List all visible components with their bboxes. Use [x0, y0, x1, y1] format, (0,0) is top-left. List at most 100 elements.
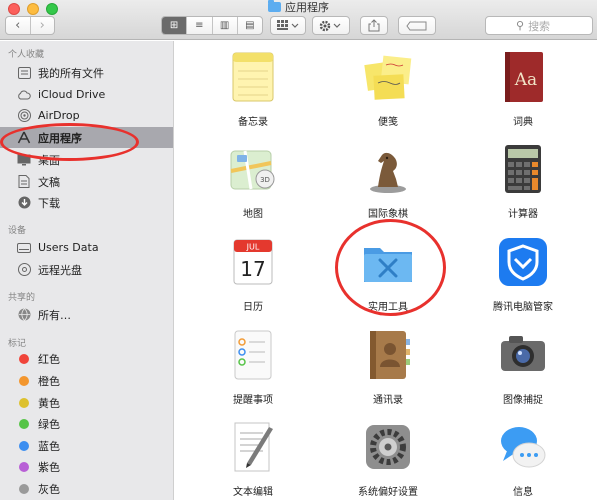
app-label: 图像捕捉	[503, 395, 543, 406]
app-contacts[interactable]: 通讯录	[328, 327, 448, 417]
app-utilities[interactable]: 实用工具	[328, 234, 448, 324]
applications-icon	[17, 131, 31, 145]
calendar-month: JUL	[246, 243, 260, 252]
sidebar-tag-purple[interactable]: 紫色	[0, 456, 173, 477]
back-button[interactable]: ‹	[6, 17, 30, 34]
sidebar-tag-orange[interactable]: 橙色	[0, 370, 173, 391]
sidebar-item-label: 桌面	[38, 153, 60, 167]
tag-dot-icon	[19, 353, 29, 364]
app-system-preferences[interactable]: 系统偏好设置	[328, 419, 448, 500]
close-window-button[interactable]	[8, 3, 20, 15]
app-label: 实用工具	[368, 302, 408, 313]
sidebar-item-label: 橙色	[38, 374, 60, 388]
sidebar-tag-red[interactable]: 红色	[0, 348, 173, 369]
tag-dot-icon	[19, 397, 29, 408]
arrange-button[interactable]	[270, 16, 306, 35]
stickies-icon	[360, 49, 416, 105]
file-grid: 备忘录 便笺 Aa 词典 3D 地图 国际象棋 计算器 JUL 17 日历 实用…	[175, 41, 597, 500]
app-textedit[interactable]: 文本编辑	[193, 419, 313, 500]
devices-heading: 设备	[8, 226, 27, 236]
sidebar-item-applications[interactable]: 应用程序	[0, 127, 173, 148]
tag-button[interactable]	[398, 16, 436, 35]
app-label: 信息	[513, 487, 533, 498]
cloud-icon	[17, 88, 31, 102]
sidebar-tag-gray[interactable]: 灰色	[0, 478, 173, 499]
favorites-heading: 个人收藏	[8, 50, 45, 60]
airdrop-icon	[17, 109, 31, 123]
app-chess[interactable]: 国际象棋	[328, 141, 448, 231]
search-input[interactable]: ⚲ 搜索	[485, 16, 593, 35]
calendar-icon: JUL 17	[225, 234, 281, 290]
tencent-shield-icon	[495, 234, 551, 290]
app-maps[interactable]: 3D 地图	[193, 141, 313, 231]
network-icon	[17, 308, 31, 322]
app-dictionary[interactable]: Aa 词典	[463, 49, 583, 139]
share-icon	[368, 19, 380, 32]
sidebar-item-downloads[interactable]: 下载	[0, 192, 173, 213]
window-toolbar: 应用程序 ‹ › ⊞ ≡ ▥ ▤ ⚲ 搜索	[0, 0, 597, 40]
share-button[interactable]	[360, 16, 388, 35]
sidebar-item-airdrop[interactable]: AirDrop	[0, 105, 173, 126]
utilities-folder-icon	[360, 234, 416, 290]
messages-icon	[495, 419, 551, 475]
applications-folder-icon	[268, 0, 281, 12]
app-label: 计算器	[508, 209, 538, 220]
app-notes[interactable]: 备忘录	[193, 49, 313, 139]
sidebar-item-desktop[interactable]: 桌面	[0, 149, 173, 170]
dictionary-icon: Aa	[495, 49, 551, 105]
column-view-button[interactable]: ▥	[211, 17, 237, 34]
calculator-icon	[495, 141, 551, 197]
app-image-capture[interactable]: 图像捕捉	[463, 327, 583, 417]
sidebar-item-shared-all[interactable]: 所有…	[0, 304, 173, 325]
svg-text:3D: 3D	[260, 176, 270, 184]
sidebar-item-label: AirDrop	[38, 109, 80, 122]
tag-dot-icon	[19, 483, 29, 494]
sidebar-item-label: 所有…	[38, 308, 71, 322]
app-label: 地图	[243, 209, 263, 220]
sidebar-item-all-files[interactable]: 我的所有文件	[0, 62, 173, 83]
sidebar-item-icloud-drive[interactable]: iCloud Drive	[0, 84, 173, 105]
app-stickies[interactable]: 便笺	[328, 49, 448, 139]
app-label: 日历	[243, 302, 263, 313]
search-placeholder: 搜索	[528, 19, 551, 33]
sidebar: 个人收藏 我的所有文件 iCloud Drive AirDrop 应用程序 桌面	[0, 41, 174, 500]
sidebar-tag-blue[interactable]: 蓝色	[0, 435, 173, 456]
list-view-button[interactable]: ≡	[186, 17, 211, 34]
app-label: 提醒事项	[233, 395, 273, 406]
app-tencent-pc-manager[interactable]: 腾讯电脑管家	[463, 234, 583, 324]
sidebar-item-label: 文稿	[38, 175, 60, 189]
sidebar-item-label: 应用程序	[38, 131, 82, 145]
documents-icon	[17, 175, 31, 189]
window-title: 应用程序	[268, 0, 329, 14]
icon-view-button[interactable]: ⊞	[162, 17, 187, 34]
app-label: 系统偏好设置	[358, 487, 418, 498]
calendar-day: 17	[240, 257, 265, 281]
zoom-window-button[interactable]	[46, 3, 58, 15]
svg-text:Aa: Aa	[514, 70, 537, 90]
sidebar-item-remote-disc[interactable]: 远程光盘	[0, 259, 173, 280]
forward-button[interactable]: ›	[29, 17, 55, 34]
tag-dot-icon	[19, 375, 29, 386]
sidebar-tag-green[interactable]: 绿色	[0, 413, 173, 434]
app-reminders[interactable]: 提醒事项	[193, 327, 313, 417]
sidebar-item-documents[interactable]: 文稿	[0, 171, 173, 192]
minimize-window-button[interactable]	[27, 3, 39, 15]
app-label: 便笺	[378, 117, 398, 128]
app-messages[interactable]: 信息	[463, 419, 583, 500]
sidebar-item-label: 黄色	[38, 396, 60, 410]
sidebar-item-label: 远程光盘	[38, 263, 82, 277]
app-calculator[interactable]: 计算器	[463, 141, 583, 231]
gear-icon	[319, 20, 341, 31]
app-calendar[interactable]: JUL 17 日历	[193, 234, 313, 324]
cover-flow-button[interactable]: ▤	[236, 17, 262, 34]
reminders-icon	[225, 327, 281, 383]
tag-dot-icon	[19, 418, 29, 429]
magnifier-icon: ⚲	[516, 19, 525, 32]
tag-icon	[406, 21, 427, 30]
sidebar-item-users-data[interactable]: Users Data	[0, 237, 173, 258]
sidebar-tag-yellow[interactable]: 黄色	[0, 392, 173, 413]
navigation-buttons: ‹ ›	[5, 16, 55, 35]
action-button[interactable]	[312, 16, 350, 35]
app-label: 国际象棋	[368, 209, 408, 220]
contacts-icon	[360, 327, 416, 383]
